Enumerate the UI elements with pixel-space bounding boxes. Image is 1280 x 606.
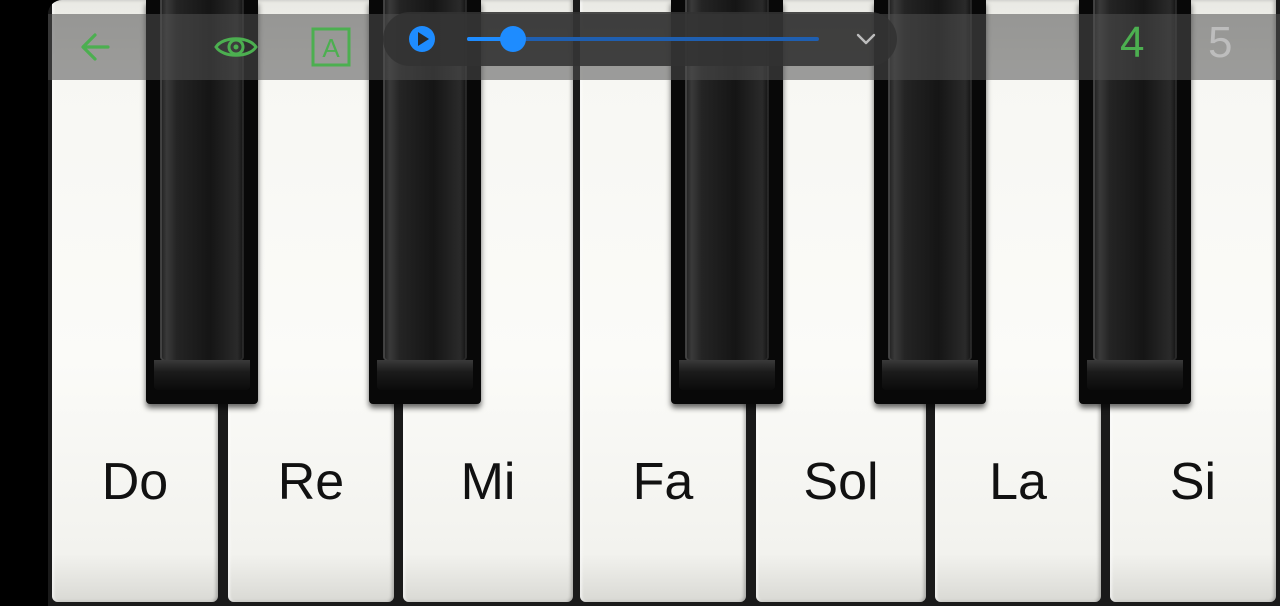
black-key-lip: [1087, 360, 1183, 390]
playback-progress-slider[interactable]: [467, 26, 819, 52]
black-key-lip: [882, 360, 978, 390]
visibility-toggle-button[interactable]: [213, 24, 259, 70]
eye-icon: [214, 37, 258, 57]
play-button[interactable]: [407, 24, 437, 54]
slider-thumb[interactable]: [500, 26, 526, 52]
octave-4-button[interactable]: 4: [1120, 18, 1144, 68]
chevron-down-icon: [856, 33, 876, 45]
app-screen: Do Re Mi Fa Sol La Si A 4 5: [0, 0, 1280, 606]
key-label-fa: Fa: [632, 453, 694, 511]
playback-bar: [383, 12, 897, 66]
key-label-do: Do: [101, 453, 169, 511]
key-label-mi: Mi: [460, 453, 516, 511]
black-key-lip: [679, 360, 775, 390]
letter-a-box-icon: A: [311, 27, 351, 67]
collapse-button[interactable]: [853, 28, 879, 50]
piano-keyboard: Do Re Mi Fa Sol La Si: [48, 0, 1280, 606]
key-label-si: Si: [1169, 453, 1217, 511]
labels-glyph: A: [322, 33, 340, 63]
back-button[interactable]: [72, 24, 118, 70]
black-key-lip: [377, 360, 473, 390]
key-label-sol: Sol: [803, 453, 879, 511]
octave-5-button[interactable]: 5: [1208, 18, 1232, 68]
play-circle-icon: [409, 26, 435, 52]
labels-toggle-button[interactable]: A: [308, 24, 354, 70]
black-key-lip: [154, 360, 250, 390]
arrow-left-icon: [81, 33, 110, 61]
key-label-la: La: [989, 453, 1047, 511]
key-label-re: Re: [277, 453, 345, 511]
